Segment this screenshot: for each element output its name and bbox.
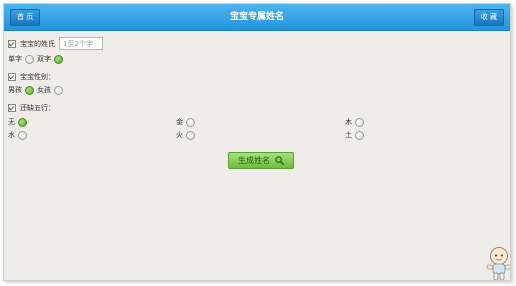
check-icon	[8, 104, 16, 112]
surname-input[interactable]: 1至2个字	[59, 37, 103, 50]
wuxing-option-fire: 火	[176, 130, 198, 140]
app-window: 首 页 宝宝专属姓名 收 藏 宝宝的姓氏 1至2个字 单字 双字 宝宝性别： 男…	[3, 3, 511, 281]
wuxing-earth-label: 土	[345, 131, 352, 139]
surname-row: 宝宝的姓氏 1至2个字	[8, 37, 103, 50]
check-icon	[8, 39, 16, 48]
wuxing-option-earth: 土	[345, 130, 367, 140]
baby-mascot-icon	[486, 247, 510, 280]
name-length-double-radio[interactable]	[54, 54, 63, 64]
name-length-row: 单字 双字	[8, 54, 66, 64]
gender-boy-label: 男孩	[8, 86, 22, 94]
surname-label: 宝宝的姓氏	[20, 39, 55, 48]
wuxing-label-row: 还缺五行：	[8, 103, 55, 113]
gender-options-row: 男孩 女孩	[8, 85, 66, 95]
gender-label-row: 宝宝性别：	[8, 72, 55, 82]
generate-name-label: 生成姓名	[238, 156, 270, 165]
favorite-button[interactable]: 收 藏	[473, 9, 504, 26]
gender-boy-radio[interactable]	[25, 85, 34, 95]
name-length-double-label: 双字	[37, 55, 51, 63]
wuxing-metal-radio[interactable]	[186, 117, 195, 127]
wuxing-earth-radio[interactable]	[355, 130, 364, 140]
gender-girl-label: 女孩	[37, 86, 51, 94]
wuxing-option-none: 无	[8, 117, 30, 127]
wuxing-label: 还缺五行：	[20, 104, 55, 112]
check-icon	[8, 73, 16, 81]
generate-name-button[interactable]: 生成姓名	[228, 152, 294, 169]
wuxing-water-label: 水	[8, 131, 15, 139]
wuxing-fire-radio[interactable]	[186, 130, 195, 140]
search-icon	[275, 156, 284, 165]
name-length-single-radio[interactable]	[25, 54, 34, 64]
wuxing-fire-label: 火	[176, 131, 183, 139]
wuxing-metal-label: 金	[176, 118, 183, 126]
wuxing-option-water: 水	[8, 130, 30, 140]
wuxing-none-radio[interactable]	[18, 117, 27, 127]
wuxing-wood-radio[interactable]	[355, 117, 364, 127]
name-length-single-label: 单字	[8, 55, 22, 63]
wuxing-none-label: 无	[8, 118, 15, 126]
wuxing-water-radio[interactable]	[18, 130, 27, 140]
gender-girl-radio[interactable]	[54, 85, 63, 95]
wuxing-option-metal: 金	[176, 117, 198, 127]
wuxing-option-wood: 木	[345, 117, 367, 127]
page-title: 宝宝专属姓名	[229, 12, 284, 22]
wuxing-wood-label: 木	[345, 118, 352, 126]
gender-label: 宝宝性别：	[20, 73, 55, 81]
title-bar: 首 页 宝宝专属姓名 收 藏	[4, 4, 510, 31]
